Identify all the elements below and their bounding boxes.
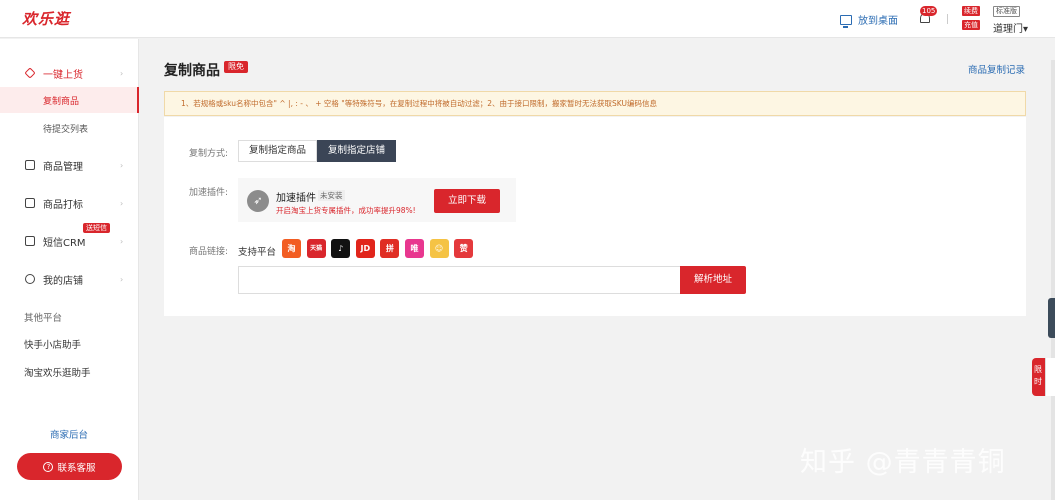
qr-code-icon (1045, 358, 1055, 396)
plugin-description: 开启淘宝上货专属插件，成功率提升98%! (276, 206, 416, 215)
scroll-track (1051, 60, 1055, 500)
user-menu[interactable]: 道理门▾ (993, 20, 1028, 35)
sidebar-item-label: 商品管理 (43, 161, 83, 173)
other-platforms-heading: 其他平台 (24, 313, 63, 324)
account-actions: 续费 充值 (962, 6, 980, 34)
parse-address-button[interactable]: 解析地址 (680, 266, 746, 294)
plugin-name: 加速插件 (276, 193, 316, 204)
goods-url-input[interactable] (238, 266, 681, 294)
add-to-desktop-label: 放到桌面 (858, 16, 898, 27)
plugin-status-badge: 未安装 (318, 190, 345, 201)
divider (947, 14, 948, 24)
edition-badge: 标准版 (993, 6, 1020, 17)
platform-icon-5: 唯 (405, 239, 424, 258)
sidebar-item-label: 待提交列表 (43, 125, 89, 135)
add-to-desktop-button[interactable]: 放到桌面 (840, 12, 898, 28)
limited-time-float[interactable]: 限时 (1032, 358, 1055, 396)
platform-icon-2: ♪ (331, 239, 351, 258)
chevron-down-icon: › (120, 68, 124, 78)
notification-count: 105 (920, 6, 938, 16)
chevron-right-icon: › (120, 236, 124, 246)
sidebar-item-pending-list[interactable]: 待提交列表 (0, 115, 139, 141)
sidebar-item-goods[interactable]: 商品管理 › (0, 155, 139, 175)
label-print-icon (25, 198, 35, 208)
contact-support-label: 联系客服 (57, 462, 96, 474)
top-bar: 欢乐逛 放到桌面 105 续费 充值 标准版 道理门▾ (0, 0, 1055, 38)
renew-button[interactable]: 续费 (962, 6, 980, 16)
shop-icon (25, 274, 35, 284)
mail-icon (25, 236, 35, 246)
mode-specified-goods[interactable]: 复制指定商品 (238, 140, 318, 162)
tag-icon (24, 67, 36, 79)
sidebar: 一键上货 › 复制商品 待提交列表 商品管理 › 商品打标 › 短信CRM 送短… (0, 39, 139, 500)
watermark: 知乎 @青青青铜 (800, 447, 1006, 478)
sidebar-item-print[interactable]: 商品打标 › (0, 193, 139, 213)
platform-icon-0: 淘 (282, 239, 301, 258)
sidebar-item-label: 我的店铺 (43, 275, 83, 287)
monitor-icon (840, 14, 852, 28)
sidebar-item-copy-goods[interactable]: 复制商品 (0, 87, 139, 113)
copy-record-link[interactable]: 商品复制记录 (968, 62, 1025, 76)
download-plugin-button[interactable]: 立即下载 (434, 189, 500, 213)
sidebar-item-shop[interactable]: 我的店铺 › (0, 269, 139, 289)
notification-bell[interactable]: 105 (919, 6, 938, 25)
page-title: 复制商品 (164, 63, 220, 79)
rocket-icon: ➶ (247, 190, 269, 212)
sidebar-item-sms[interactable]: 短信CRM 送短信 › (0, 223, 139, 251)
mode-specified-shop[interactable]: 复制指定店铺 (317, 140, 397, 162)
sidebar-item-label: 短信CRM (43, 237, 86, 249)
chevron-right-icon: › (120, 274, 124, 284)
sidebar-item-onekey[interactable]: 一键上货 › (0, 63, 139, 83)
app-logo[interactable]: 欢乐逛 (22, 8, 70, 29)
platform-icon-4: 拼 (380, 239, 400, 258)
recharge-button[interactable]: 充值 (962, 20, 980, 30)
help-icon: ? (43, 461, 54, 472)
sidebar-item-kuaishou[interactable]: 快手小店助手 (24, 337, 81, 351)
link-label: 商品链接: (189, 247, 229, 257)
platform-icon-1: 天猫 (306, 239, 326, 258)
scrollbar-thumb[interactable] (1048, 298, 1055, 338)
platform-icon-3: JD (355, 239, 375, 258)
chevron-right-icon: › (120, 198, 124, 208)
free-limited-badge: 限免 (224, 61, 248, 73)
clipboard-icon (25, 160, 35, 170)
chevron-right-icon: › (120, 160, 124, 170)
supported-platforms-label: 支持平台 (238, 247, 277, 258)
sidebar-item-label: 复制商品 (43, 97, 80, 107)
platform-icon-6: ☺ (429, 239, 449, 258)
platform-icon-7: 赞 (454, 239, 474, 258)
sms-promo-badge: 送短信 (83, 223, 110, 233)
contact-support-button[interactable]: ? 联系客服 (17, 453, 122, 480)
sidebar-item-label: 商品打标 (43, 199, 83, 211)
plugin-label: 加速插件: (189, 188, 229, 198)
sidebar-item-label: 一键上货 (43, 69, 83, 81)
limited-time-label: 限时 (1034, 365, 1042, 386)
notice-banner: 1、若规格或sku名称中包含" ^ |, : - 、 + 空格 "等特殊符号，在… (164, 91, 1026, 116)
sidebar-item-taobao-helper[interactable]: 淘宝欢乐逛助手 (24, 365, 91, 379)
copy-mode-label: 复制方式: (189, 149, 229, 159)
merchant-backend-link[interactable]: 商家后台 (50, 427, 88, 441)
copy-mode-selector: 复制指定商品 复制指定店铺 (238, 140, 397, 162)
